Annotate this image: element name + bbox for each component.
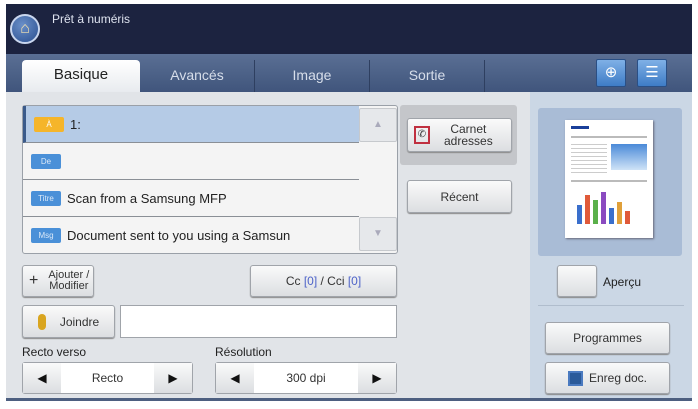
preview-area[interactable] — [538, 108, 682, 256]
duplex-label: Recto verso — [22, 345, 87, 359]
recipient-list: À 1: De Titre Scan from a Samsung MFP Msg D… — [22, 105, 398, 254]
cci-label: / Cci — [317, 274, 348, 288]
duplex-spinner: ◀ Recto ▶ — [22, 362, 193, 394]
tab-basique[interactable]: Basique — [22, 60, 140, 92]
floppy-disk-icon — [567, 370, 583, 386]
recipient-row-to[interactable]: À 1: — [23, 106, 359, 143]
home-icon: ⌂ — [20, 20, 30, 37]
right-arrow-icon: ▶ — [372, 371, 382, 385]
tab-sortie[interactable]: Sortie — [370, 60, 485, 92]
from-badge: De — [31, 153, 61, 169]
job-status-button[interactable]: ☰ — [637, 59, 667, 87]
add-modify-label: Ajouter / Modifier — [48, 270, 89, 292]
cc-bcc-button[interactable]: Cc [0] / Cci [0] — [250, 265, 397, 297]
save-document-label: Enreg doc. — [588, 371, 648, 385]
cc-label: Cc — [285, 274, 304, 288]
message-value: Document sent to you using a Samsun — [67, 228, 291, 243]
duplex-prev-button[interactable]: ◀ — [23, 363, 61, 393]
magnifier-icon: ⊕ — [604, 64, 618, 81]
to-badge: À — [34, 116, 64, 132]
resolution-next-button[interactable]: ▶ — [358, 363, 396, 393]
attach-label: Joindre — [59, 314, 100, 329]
resolution-value: 300 dpi — [286, 371, 326, 385]
document-thumbnail — [565, 120, 653, 238]
save-document-button[interactable]: Enreg doc. — [545, 362, 670, 394]
left-arrow-icon: ◀ — [37, 371, 47, 385]
to-value: 1: — [70, 116, 81, 132]
duplex-value: Recto — [91, 371, 124, 385]
ajouter-line2: Modifier — [49, 280, 89, 292]
divider — [538, 305, 684, 306]
message-badge: Msg — [31, 228, 61, 243]
resolution-prev-button[interactable]: ◀ — [216, 363, 254, 393]
paperclip-icon — [37, 313, 46, 330]
zoom-button[interactable]: ⊕ — [596, 59, 626, 87]
recipient-row-message[interactable]: Msg Document sent to you using a Samsun — [23, 217, 359, 254]
address-book-button[interactable]: ✆ Carnet adresses — [407, 118, 512, 152]
recent-button[interactable]: Récent — [407, 180, 512, 213]
attachment-field[interactable] — [120, 305, 397, 338]
preview-label: Aperçu — [603, 275, 642, 289]
attach-button[interactable]: Joindre — [22, 305, 115, 338]
preview-toggle-button[interactable] — [557, 265, 597, 297]
resolution-label: Résolution — [215, 345, 272, 359]
duplex-next-button[interactable]: ▶ — [154, 363, 192, 393]
plus-icon: + — [29, 272, 39, 289]
subject-value: Scan from a Samsung MFP — [67, 190, 227, 206]
left-arrow-icon: ◀ — [230, 371, 240, 385]
add-modify-button[interactable]: + Ajouter / Modifier — [22, 265, 94, 297]
programs-button[interactable]: Programmes — [545, 322, 670, 354]
scroll-up-button[interactable]: ▲ — [359, 108, 397, 142]
recipient-row-from[interactable]: De — [23, 143, 359, 180]
tab-avances[interactable]: Avancés — [140, 60, 255, 92]
cc-count: [0] — [303, 274, 318, 288]
right-arrow-icon: ▶ — [168, 371, 178, 385]
status-text: Prêt à numéris — [52, 12, 131, 26]
resolution-spinner: ◀ 300 dpi ▶ — [215, 362, 397, 394]
carnet-line2: adresses — [444, 134, 493, 148]
home-button[interactable]: ⌂ — [10, 14, 40, 44]
job-list-icon: ☰ — [645, 64, 659, 81]
scroll-down-button[interactable]: ▼ — [359, 217, 397, 251]
address-book-label: Carnet adresses — [444, 123, 493, 147]
subject-badge: Titre — [31, 190, 61, 206]
recipient-row-subject[interactable]: Titre Scan from a Samsung MFP — [23, 180, 359, 217]
address-book-icon: ✆ — [414, 126, 430, 144]
tab-image[interactable]: Image — [255, 60, 370, 92]
cci-count: [0] — [347, 274, 362, 288]
